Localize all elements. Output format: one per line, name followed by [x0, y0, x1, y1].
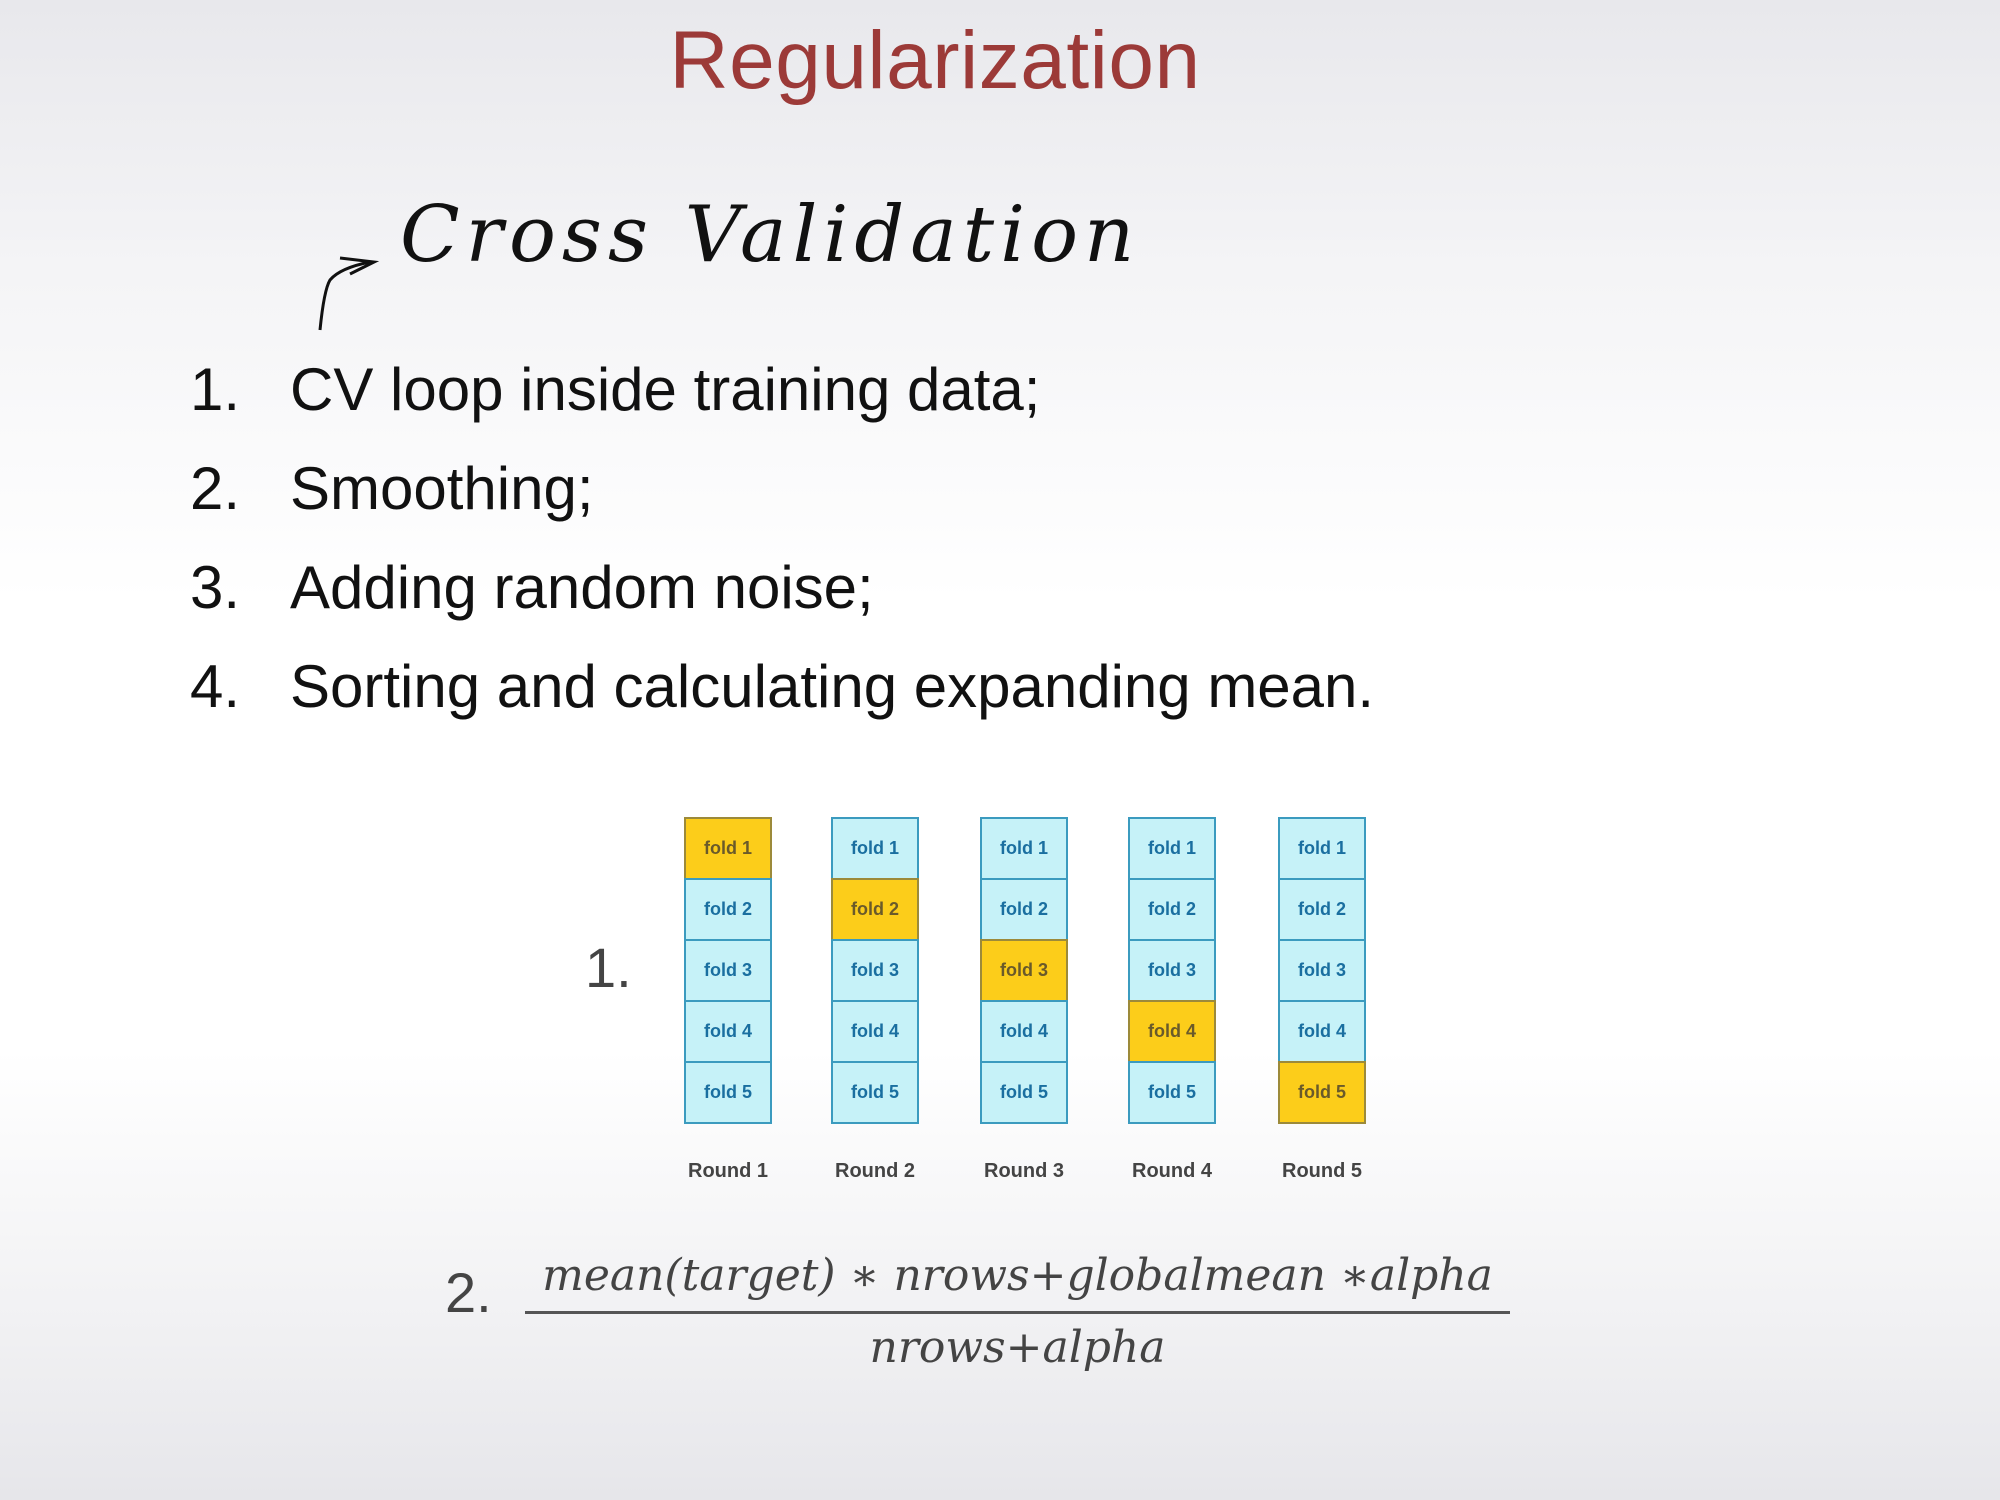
- round-label: Round 3: [984, 1160, 1064, 1182]
- train-fold-cell: fold 5: [1128, 1061, 1216, 1124]
- train-fold-cell: fold 1: [831, 817, 919, 880]
- list-item: 4. Sorting and calculating expanding mean…: [190, 653, 1375, 720]
- train-fold-cell: fold 4: [980, 1000, 1068, 1063]
- formula-numerator: mean(target) ∗ nrows+globalmean ∗alpha: [525, 1250, 1510, 1314]
- handwritten-annotation-text: Cross Validation: [400, 190, 1141, 280]
- list-item: 3. Adding random noise;: [190, 554, 874, 621]
- train-fold-cell: fold 4: [1278, 1000, 1366, 1063]
- test-fold-cell: fold 2: [831, 878, 919, 941]
- train-fold-cell: fold 3: [684, 939, 772, 1002]
- round-column: fold 1 fold 2 fold 3 fold 4 fold 5 Round 2: [831, 817, 919, 1182]
- smoothing-formula: mean(target) ∗ nrows+globalmean ∗alpha n…: [525, 1250, 1510, 1373]
- round-label: Round 4: [1132, 1160, 1212, 1182]
- test-fold-cell: fold 3: [980, 939, 1068, 1002]
- train-fold-cell: fold 1: [1278, 817, 1366, 880]
- list-item: 1. CV loop inside training data;: [190, 356, 1041, 423]
- train-fold-cell: fold 5: [831, 1061, 919, 1124]
- train-fold-cell: fold 4: [831, 1000, 919, 1063]
- train-fold-cell: fold 2: [980, 878, 1068, 941]
- round-label: Round 2: [835, 1160, 915, 1182]
- round-column: fold 1 fold 2 fold 3 fold 4 fold 5 Round 5: [1278, 817, 1366, 1182]
- train-fold-cell: fold 4: [684, 1000, 772, 1063]
- train-fold-cell: fold 2: [1278, 878, 1366, 941]
- round-column: fold 1 fold 2 fold 3 fold 4 fold 5 Round 1: [684, 817, 772, 1182]
- train-fold-cell: fold 3: [1278, 939, 1366, 1002]
- slide-title: Regularization: [669, 15, 1201, 106]
- train-fold-cell: fold 1: [980, 817, 1068, 880]
- diagram-number: 1.: [585, 936, 632, 999]
- formula-number: 2.: [445, 1261, 492, 1324]
- test-fold-cell: fold 4: [1128, 1000, 1216, 1063]
- list-item: 2. Smoothing;: [190, 455, 594, 522]
- train-fold-cell: fold 1: [1128, 817, 1216, 880]
- test-fold-cell: fold 1: [684, 817, 772, 880]
- round-column: fold 1 fold 2 fold 3 fold 4 fold 5 Round 3: [980, 817, 1068, 1182]
- round-label: Round 1: [688, 1160, 768, 1182]
- formula-denominator: nrows+alpha: [869, 1322, 1166, 1373]
- train-fold-cell: fold 2: [684, 878, 772, 941]
- train-fold-cell: fold 5: [980, 1061, 1068, 1124]
- technique-list: 1. CV loop inside training data; 2. Smooth…: [190, 340, 1374, 736]
- round-label: Round 5: [1282, 1160, 1362, 1182]
- round-column: fold 1 fold 2 fold 3 fold 4 fold 5 Round 4: [1128, 817, 1216, 1182]
- train-fold-cell: fold 3: [831, 939, 919, 1002]
- train-fold-cell: fold 5: [684, 1061, 772, 1124]
- train-fold-cell: fold 2: [1128, 878, 1216, 941]
- test-fold-cell: fold 5: [1278, 1061, 1366, 1124]
- train-fold-cell: fold 3: [1128, 939, 1216, 1002]
